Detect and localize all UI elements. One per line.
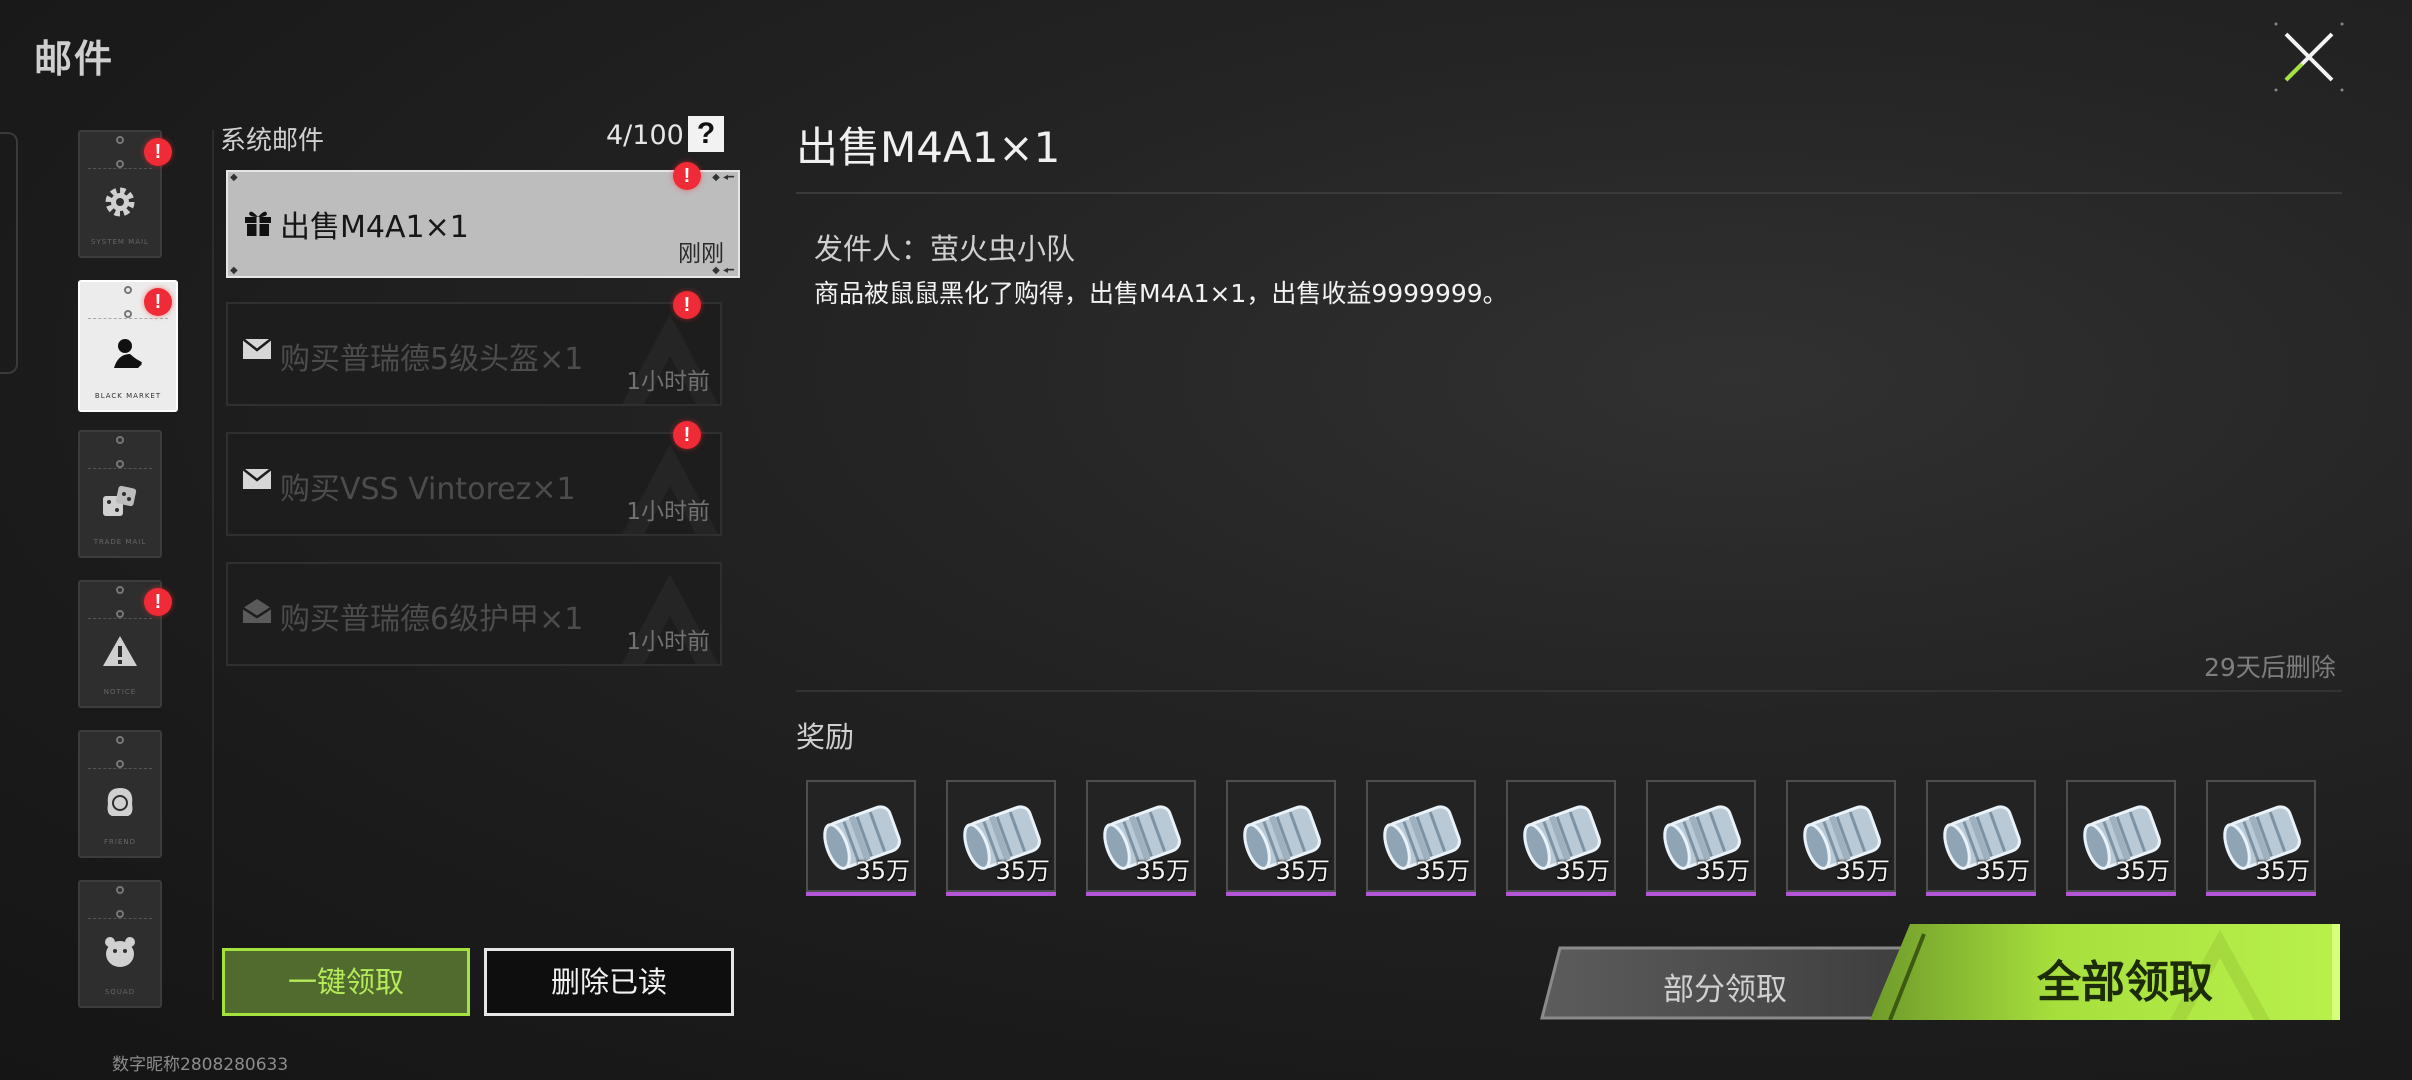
player-nickname: 数字昵称2808280633 [112,1055,289,1075]
reward-item[interactable]: 35万 [1786,780,1896,896]
mail-sender: 发件人：萤火虫小队 [814,232,1076,266]
rarity-bar [2066,892,2176,896]
category-friend[interactable]: FRIEND [78,730,162,858]
category-caption: BLACK MARKET [94,392,162,400]
mail-item[interactable]: ◆ ◆ ◆ ◂━ ◆ ◂━ 出售M4A1×1 刚刚 [226,170,740,278]
category-trade[interactable]: TRADE MAIL [78,430,162,558]
partial-claim-button[interactable]: 部分领取 [1540,946,1910,1020]
reward-amount: 35万 [1555,857,1610,885]
unread-badge: ! [144,288,172,316]
category-notice[interactable]: NOTICE ! [78,580,172,708]
reward-amount: 35万 [2255,857,2310,885]
rarity-bar [1366,892,1476,896]
reward-item[interactable]: 35万 [2206,780,2316,896]
reward-amount: 35万 [1415,857,1470,885]
rarity-bar [2206,892,2316,896]
category-black-market[interactable]: BLACK MARKET ! [78,280,178,412]
category-caption: TRADE MAIL [93,538,147,546]
rarity-bar [1646,892,1756,896]
rarity-bar [1786,892,1896,896]
reward-item[interactable]: 35万 [806,780,916,896]
page-title: 邮件 [34,37,115,81]
claim-all-label: 全部领取 [2037,957,2213,1008]
bear-icon [101,934,139,970]
column-divider [212,130,214,1000]
category-squad[interactable]: SQUAD [78,880,162,1008]
unread-badge: ! [673,162,701,190]
mail-item[interactable]: 购买VSS Vintorez×1 1小时前 [226,432,722,536]
reward-item[interactable]: 35万 [1646,780,1756,896]
rarity-bar [806,892,916,896]
reward-amount: 35万 [995,857,1050,885]
rarity-bar [1226,892,1336,896]
divider [796,192,2342,194]
mail-time: 1小时前 [626,369,710,395]
mail-time: 刚刚 [678,241,724,267]
unread-badge: ! [673,421,701,449]
delete-read-button[interactable]: 删除已读 [484,948,734,1016]
mail-time: 1小时前 [626,629,710,655]
dice-icon [100,484,140,520]
envelope-open-icon [242,598,272,628]
mail-count: 4/100 [606,120,684,151]
reward-item[interactable]: 35万 [1086,780,1196,896]
mail-body: 商品被鼠鼠黑化了购得，出售M4A1×1，出售收益9999999。 [814,279,1508,308]
mail-title: 购买普瑞德6级护甲×1 [280,602,584,637]
reward-amount: 35万 [1695,857,1750,885]
black-market-icon [108,334,148,374]
mail-time: 1小时前 [626,499,710,525]
reward-label: 奖励 [796,720,855,754]
claim-all-button[interactable]: 全部领取 [1870,924,2340,1020]
divider [796,690,2342,692]
reward-amount: 35万 [1135,857,1190,885]
reward-amount: 35万 [1275,857,1330,885]
reward-amount: 35万 [2115,857,2170,885]
category-caption: SQUAD [104,988,136,996]
reward-item[interactable]: 35万 [2066,780,2176,896]
reward-amount: 35万 [1975,857,2030,885]
help-button[interactable]: ? [688,116,724,152]
gear-icon [102,184,138,220]
category-caption: SYSTEM MAIL [91,238,149,246]
mail-title: 购买VSS Vintorez×1 [280,472,576,507]
unread-badge: ! [673,291,701,319]
expire-note: 29天后删除 [2204,653,2336,682]
reward-item[interactable]: 35万 [1926,780,2036,896]
envelope-icon [242,468,272,494]
mail-detail-title: 出售M4A1×1 [796,123,1061,172]
mail-list-title: 系统邮件 [220,126,325,156]
category-system[interactable]: SYSTEM MAIL ! [78,130,172,258]
category-caption: NOTICE [103,688,137,696]
side-drawer-handle[interactable] [0,132,18,374]
reward-item[interactable]: 35万 [1226,780,1336,896]
envelope-icon [242,338,272,364]
gift-icon [242,206,274,242]
rarity-bar [1086,892,1196,896]
close-button[interactable] [2272,20,2346,94]
rarity-bar [1506,892,1616,896]
rarity-bar [946,892,1056,896]
unread-badge: ! [144,588,172,616]
reward-amount: 35万 [1835,857,1890,885]
claim-one-button[interactable]: 一键领取 [222,948,470,1016]
unread-badge: ! [144,138,172,166]
mail-title: 出售M4A1×1 [280,210,469,245]
close-x-icon [2274,22,2344,92]
mail-title: 购买普瑞德5级头盔×1 [280,342,584,377]
warning-icon [101,634,139,668]
mail-item[interactable]: 购买普瑞德6级护甲×1 1小时前 [226,562,722,666]
rarity-bar [1926,892,2036,896]
mail-item[interactable]: 购买普瑞德5级头盔×1 1小时前 [226,302,722,406]
person-icon [102,784,138,822]
partial-claim-label: 部分领取 [1663,972,1787,1008]
reward-item[interactable]: 35万 [946,780,1056,896]
reward-amount: 35万 [855,857,910,885]
reward-item[interactable]: 35万 [1366,780,1476,896]
category-caption: FRIEND [103,838,136,846]
reward-item[interactable]: 35万 [1506,780,1616,896]
